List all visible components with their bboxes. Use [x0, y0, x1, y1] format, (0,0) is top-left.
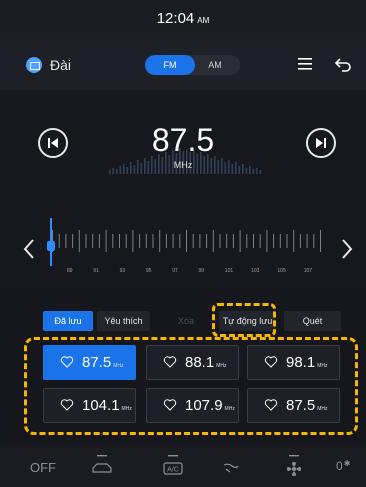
band-fm-button[interactable]: FM [145, 55, 195, 75]
scale-tick [145, 234, 147, 248]
svg-text:A/C: A/C [167, 467, 179, 474]
scale-tick [206, 234, 208, 248]
scale-tick [219, 234, 221, 248]
scale-tick [306, 234, 308, 248]
scale-tick [286, 234, 288, 248]
scale-tick [85, 234, 87, 248]
visualizer-bar [259, 170, 262, 174]
scale-tick [232, 234, 234, 248]
scale-tick-label: 105 [277, 268, 286, 274]
scale-tick [112, 234, 114, 248]
tuning-needle-handle[interactable] [47, 241, 55, 251]
tab-favorites[interactable]: Yêu thích [97, 311, 150, 331]
scale-tick [320, 230, 321, 252]
scale-tick [172, 234, 174, 248]
scale-tick-label: 97 [172, 268, 178, 274]
scale-tick [253, 234, 254, 248]
scale-tick [132, 230, 134, 252]
fan-icon[interactable] [281, 454, 307, 478]
scale-tick [273, 234, 275, 248]
menu-icon[interactable] [298, 58, 312, 70]
frequency-scale[interactable] [40, 210, 328, 265]
scale-tick [212, 230, 214, 252]
scale-tick [246, 234, 248, 248]
scale-tick [266, 230, 268, 252]
scale-tick [78, 230, 80, 252]
scale-tick [119, 234, 120, 248]
fan-speed-value: 0✱ [336, 459, 351, 473]
frequency-display: 87.5 [151, 122, 215, 158]
scale-tick-label: 95 [145, 268, 152, 274]
scale-tick [179, 234, 181, 248]
scale-tick [239, 230, 241, 252]
visualizer-bar [109, 170, 111, 174]
scale-tick [226, 234, 228, 248]
back-icon[interactable] [334, 55, 352, 73]
ac-button[interactable]: A/C [160, 454, 186, 478]
scale-tick [92, 234, 94, 248]
scale-tick-label: 93 [119, 268, 126, 274]
delete-button[interactable]: Xóa [166, 311, 206, 331]
scale-tick [98, 234, 100, 248]
scale-tick [65, 234, 67, 248]
scale-tick-label: 103 [251, 268, 260, 274]
scale-tick-label: 101 [224, 268, 234, 274]
page-title: Đài [50, 57, 72, 73]
rear-defrost-icon[interactable] [89, 454, 115, 478]
tab-saved[interactable]: Đã lưu [43, 311, 93, 331]
scale-tick [72, 234, 74, 248]
preset-highlight [24, 337, 358, 435]
radio-app-icon [26, 57, 42, 73]
clock: 12:04 AM [156, 10, 210, 27]
scale-tick [279, 234, 281, 248]
climate-off-button[interactable]: OFF [30, 460, 56, 475]
band-am-button[interactable]: AM [195, 55, 235, 75]
scale-tick [159, 230, 161, 252]
scale-tick [199, 234, 201, 248]
tune-up-icon[interactable] [340, 237, 354, 261]
scale-tick [125, 234, 127, 248]
scale-tick [152, 234, 154, 248]
auto-save-highlight [212, 303, 276, 337]
scale-tick [58, 234, 60, 248]
tune-down-icon[interactable] [22, 237, 36, 261]
scale-tick [313, 234, 315, 248]
scale-tick [259, 234, 261, 248]
scale-tick [293, 230, 295, 252]
scale-tick-label: 89 [67, 268, 73, 274]
scale-tick-label: 99 [198, 268, 205, 274]
scale-tick [139, 234, 141, 248]
air-recirculation-icon[interactable] [218, 454, 244, 478]
scale-tick [186, 230, 187, 252]
scale-tick-label: 107 [303, 268, 313, 274]
scale-tick [299, 234, 301, 248]
scale-tick [192, 234, 194, 248]
scale-tick [105, 230, 107, 252]
scan-button[interactable]: Quét [284, 311, 341, 331]
scale-tick [165, 234, 167, 248]
frequency-unit: MHz [173, 160, 193, 170]
scale-tick-label: 91 [93, 268, 99, 274]
